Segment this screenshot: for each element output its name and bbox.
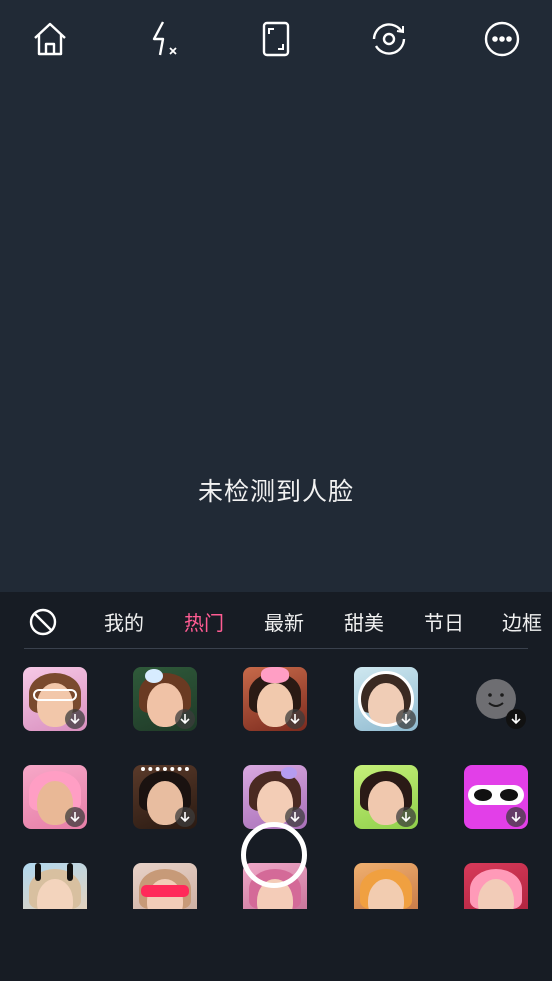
- sticker-butterfly: [281, 767, 297, 779]
- cow-glasses-sticker[interactable]: [464, 765, 528, 829]
- pink-bear-hat-sticker[interactable]: [23, 765, 87, 829]
- no-effect-button[interactable]: [28, 607, 58, 637]
- more-icon: [484, 21, 520, 57]
- download-badge: [175, 807, 195, 827]
- sticker-bow: [261, 667, 289, 683]
- placeholder-face-sticker[interactable]: [464, 667, 528, 731]
- tab-mine[interactable]: 我的: [104, 607, 144, 636]
- download-icon: [290, 812, 300, 823]
- red-glasses-sticker[interactable]: [133, 863, 197, 909]
- download-badge: [65, 807, 85, 827]
- download-icon: [70, 812, 80, 823]
- effects-panel: 我的 热门 最新 甜美 节日 边框: [0, 592, 552, 981]
- butterfly-sticker[interactable]: [243, 765, 307, 829]
- tab-sweet[interactable]: 甜美: [344, 607, 384, 636]
- aspect-ratio-icon: [262, 21, 290, 57]
- sticker-glasses: [33, 689, 77, 701]
- sticker-dog-ears: [141, 767, 189, 785]
- download-badge: [175, 709, 195, 729]
- no-face-detected-text: 未检测到人脸: [197, 477, 354, 506]
- download-badge: [285, 709, 305, 729]
- dog-ears-sticker[interactable]: [133, 765, 197, 829]
- download-badge: [396, 807, 416, 827]
- sticker-bear: [145, 669, 163, 683]
- aspect-ratio-button[interactable]: [255, 18, 297, 60]
- floral-frame-sticker[interactable]: [354, 667, 418, 731]
- bunny-ears-sticker[interactable]: [23, 863, 87, 909]
- tab-hot[interactable]: 热门: [184, 607, 224, 636]
- top-toolbar: [0, 0, 552, 78]
- heart-glasses-sticker[interactable]: [23, 667, 87, 731]
- camera-switch-icon: [372, 23, 406, 55]
- tabs-divider: [24, 648, 528, 649]
- download-badge: [396, 709, 416, 729]
- tab-frame[interactable]: 边框: [502, 607, 542, 636]
- tab-festival[interactable]: 节日: [424, 607, 464, 636]
- download-icon: [511, 812, 521, 823]
- sticker-ear-right: [67, 863, 73, 881]
- green-portrait-sticker[interactable]: [354, 765, 418, 829]
- cat-hat-sticker[interactable]: [354, 863, 418, 909]
- flash-button[interactable]: [142, 18, 184, 60]
- download-badge: [506, 709, 526, 729]
- download-icon: [511, 714, 521, 725]
- no-effect-icon: [29, 608, 57, 636]
- camera-viewport: 未检测到人脸: [0, 0, 552, 592]
- download-badge: [65, 709, 85, 729]
- sticker-ear-left: [35, 863, 41, 881]
- bear-flowers-sticker[interactable]: [133, 667, 197, 731]
- download-icon: [401, 812, 411, 823]
- download-icon: [401, 714, 411, 725]
- pink-mouse-sticker[interactable]: [464, 863, 528, 909]
- shutter-button[interactable]: [241, 822, 307, 888]
- sticker-red-glasses: [141, 885, 189, 897]
- download-icon: [180, 812, 190, 823]
- sticker-lens-left: [474, 789, 492, 801]
- home-icon: [34, 22, 66, 56]
- switch-camera-button[interactable]: [368, 18, 410, 60]
- pink-bow-sticker[interactable]: [243, 667, 307, 731]
- tab-latest[interactable]: 最新: [264, 607, 304, 636]
- download-icon: [180, 714, 190, 725]
- download-badge: [285, 807, 305, 827]
- category-tabs: 我的 热门 最新 甜美 节日 边框: [0, 592, 552, 648]
- more-button[interactable]: [481, 18, 523, 60]
- flash-off-icon: [152, 21, 177, 56]
- download-icon: [70, 714, 80, 725]
- home-button[interactable]: [29, 18, 71, 60]
- download-badge: [506, 807, 526, 827]
- download-icon: [290, 714, 300, 725]
- sticker-lens-right: [500, 789, 518, 801]
